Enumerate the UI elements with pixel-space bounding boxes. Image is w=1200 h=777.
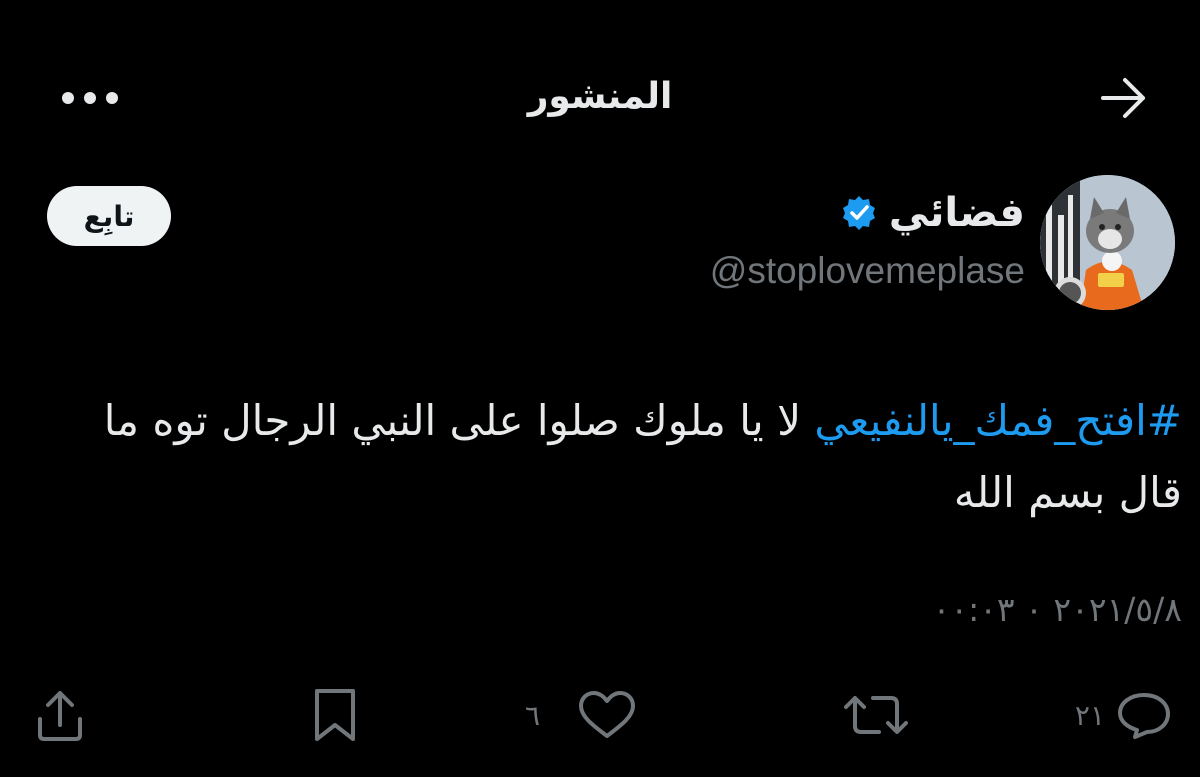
more-horizontal-icon bbox=[60, 91, 120, 105]
reply-count: ٢١ bbox=[1075, 680, 1105, 750]
hashtag-link[interactable]: #افتح_فمك_يالنفيعي bbox=[814, 396, 1182, 445]
like-count: ٦ bbox=[525, 680, 540, 750]
bookmark-button[interactable] bbox=[309, 680, 361, 750]
heart-icon bbox=[577, 690, 637, 740]
follow-button[interactable]: تابِع bbox=[47, 186, 171, 246]
retweet-button[interactable] bbox=[843, 680, 909, 750]
tweet-timestamp[interactable]: ٢٠٢١/٥/٨ ٠ ٠٠:٠٣ bbox=[933, 590, 1182, 629]
reply-button[interactable] bbox=[1115, 680, 1173, 750]
reply-count-text: ٢١ bbox=[1074, 698, 1105, 732]
more-options-button[interactable] bbox=[58, 80, 122, 116]
share-icon bbox=[34, 687, 86, 743]
like-button[interactable] bbox=[577, 680, 637, 750]
author-name-row: فضائي bbox=[839, 190, 1025, 236]
bookmark-icon bbox=[309, 687, 361, 743]
display-name[interactable]: فضائي bbox=[889, 190, 1025, 236]
top-bar: المنشور bbox=[0, 0, 1200, 190]
avatar[interactable] bbox=[1040, 175, 1175, 310]
like-count-text: ٦ bbox=[525, 698, 541, 732]
cat-astronaut-avatar bbox=[1040, 175, 1175, 310]
reply-icon bbox=[1115, 690, 1173, 740]
retweet-icon bbox=[843, 690, 909, 740]
action-bar: ٢١ ٦ bbox=[0, 680, 1200, 750]
page-title: المنشور bbox=[527, 76, 673, 117]
tweet-text: #افتح_فمك_يالنفيعي لا يا ملوك صلوا على ا… bbox=[42, 385, 1182, 529]
verified-badge-icon bbox=[839, 193, 879, 233]
share-button[interactable] bbox=[34, 680, 86, 750]
author-handle[interactable]: @stoplovemeplase bbox=[710, 250, 1025, 292]
